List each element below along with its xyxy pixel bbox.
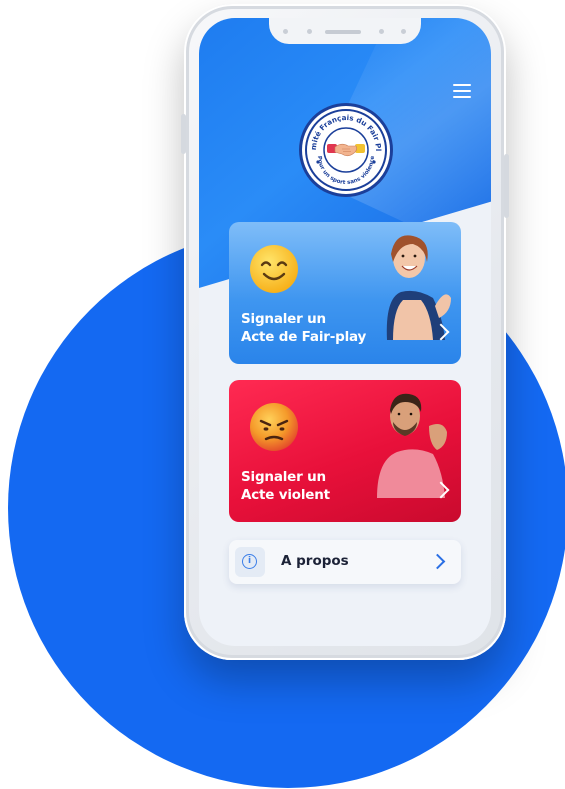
chevron-right-icon	[429, 553, 446, 570]
app-screen: Comité Français du Fair Play Pour un spo…	[199, 18, 491, 646]
speaker-grille	[325, 30, 361, 34]
phone-mockup: Comité Français du Fair Play Pour un spo…	[181, 4, 509, 660]
about-label: A propos	[281, 553, 349, 569]
report-violent-act-card[interactable]: Signaler un Acte violent	[229, 380, 461, 522]
fair-play-card-title: Signaler un Acte de Fair-play	[241, 311, 367, 345]
about-button[interactable]: i A propos	[229, 540, 461, 584]
smiling-face-icon	[250, 245, 298, 293]
phone-notch	[269, 18, 421, 44]
hamburger-menu-icon[interactable]	[453, 84, 471, 98]
info-icon: i	[235, 547, 265, 577]
angry-man-photo	[377, 393, 447, 498]
promo-stage: Comité Français du Fair Play Pour un spo…	[0, 0, 565, 789]
violent-card-title: Signaler un Acte violent	[241, 469, 330, 503]
angry-face-icon	[250, 403, 298, 451]
report-fair-play-card[interactable]: Signaler un Acte de Fair-play	[229, 222, 461, 364]
phone-power-button	[504, 154, 509, 218]
phone-volume-button	[181, 114, 186, 154]
cffp-logo: Comité Français du Fair Play Pour un spo…	[302, 106, 390, 194]
